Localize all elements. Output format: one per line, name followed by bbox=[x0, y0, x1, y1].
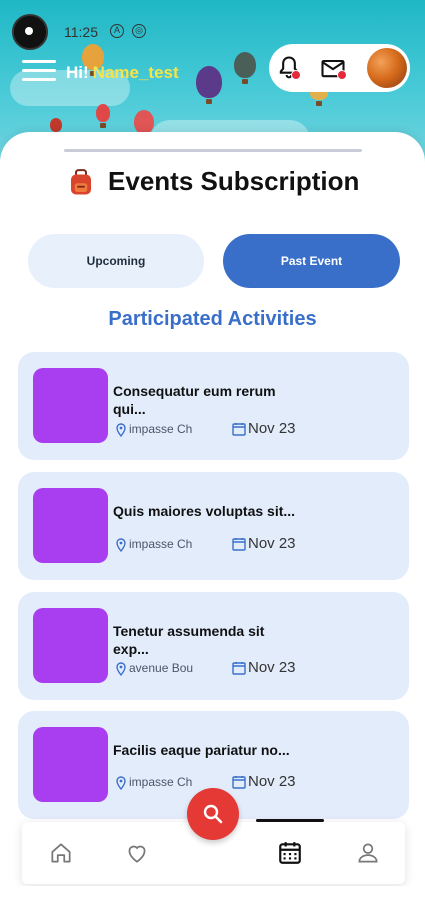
person-icon bbox=[358, 843, 378, 863]
event-location: impasse Ch bbox=[115, 422, 192, 437]
event-location-text: impasse Ch bbox=[129, 422, 193, 436]
status-app-icon: A bbox=[110, 24, 124, 38]
event-title: Tenetur assumenda sit exp... bbox=[113, 623, 265, 657]
status-time: 11:25 bbox=[64, 24, 98, 40]
avatar[interactable] bbox=[367, 48, 407, 88]
tab-upcoming[interactable]: Upcoming bbox=[28, 234, 204, 288]
tab-past-event[interactable]: Past Event bbox=[223, 234, 400, 288]
hamburger-menu-icon[interactable] bbox=[22, 60, 56, 86]
system-bar bbox=[0, 886, 425, 900]
calendar-icon bbox=[279, 842, 301, 864]
home-icon bbox=[51, 843, 71, 863]
event-title: Facilis eaque pariatur no... bbox=[113, 742, 290, 758]
event-location: impasse Ch bbox=[115, 537, 192, 552]
search-icon bbox=[203, 804, 223, 824]
event-thumbnail bbox=[33, 727, 108, 802]
event-location-text: avenue Bou bbox=[129, 661, 194, 675]
calendar-icon bbox=[232, 776, 246, 789]
messages-button[interactable] bbox=[319, 54, 349, 82]
event-location: impasse Ch bbox=[115, 775, 192, 790]
title-row: Events Subscription bbox=[0, 166, 425, 202]
backpack-icon bbox=[70, 168, 91, 194]
event-date: Nov 23 bbox=[232, 535, 296, 552]
balloon bbox=[134, 110, 154, 134]
greeting: Hi! Name_test bbox=[66, 63, 179, 83]
event-card[interactable]: Quis maiores voluptas sit... impasse Ch … bbox=[18, 472, 409, 580]
event-date: Nov 23 bbox=[232, 420, 296, 437]
notifications-button[interactable] bbox=[275, 54, 305, 82]
event-title: Consequatur eum rerum qui... bbox=[113, 383, 276, 417]
balloon bbox=[96, 104, 110, 122]
sheet-grabber bbox=[64, 149, 362, 152]
calendar-icon bbox=[232, 423, 246, 436]
calendar-icon bbox=[232, 662, 246, 675]
status-sync-icon: ◎ bbox=[132, 24, 146, 38]
event-thumbnail bbox=[33, 608, 108, 683]
app-screen: 11:25 A ◎ Hi! Name_test Events Subscript… bbox=[0, 0, 425, 900]
heart-icon bbox=[128, 845, 146, 863]
location-pin-icon bbox=[116, 776, 126, 790]
calendar-icon bbox=[232, 538, 246, 551]
location-pin-icon bbox=[116, 538, 126, 552]
event-thumbnail bbox=[33, 368, 108, 443]
location-pin-icon bbox=[116, 423, 126, 437]
event-date-text: Nov 23 bbox=[248, 535, 296, 552]
event-location: avenue Bou bbox=[115, 661, 193, 676]
status-bar: 11:25 A ◎ bbox=[0, 0, 425, 50]
active-tab-indicator bbox=[256, 819, 324, 822]
camera-cutout bbox=[12, 14, 48, 50]
event-date-text: Nov 23 bbox=[248, 773, 296, 790]
event-date: Nov 23 bbox=[232, 659, 296, 676]
nav-events[interactable] bbox=[277, 840, 303, 866]
page-title: Events Subscription bbox=[108, 166, 360, 196]
event-card[interactable]: Consequatur eum rerum qui... impasse Ch … bbox=[18, 352, 409, 460]
event-date-text: Nov 23 bbox=[248, 420, 296, 437]
username: Name_test bbox=[92, 63, 179, 82]
event-date: Nov 23 bbox=[232, 773, 296, 790]
event-thumbnail bbox=[33, 488, 108, 563]
location-pin-icon bbox=[116, 662, 126, 676]
nav-profile[interactable] bbox=[355, 840, 381, 866]
event-title: Quis maiores voluptas sit... bbox=[113, 503, 296, 519]
notification-badge bbox=[291, 70, 301, 80]
message-badge bbox=[337, 70, 347, 80]
nav-favorites[interactable] bbox=[124, 840, 150, 866]
event-location-text: impasse Ch bbox=[129, 537, 193, 551]
event-card[interactable]: Tenetur assumenda sit exp... avenue Bou … bbox=[18, 592, 409, 700]
event-date-text: Nov 23 bbox=[248, 659, 296, 676]
search-button[interactable] bbox=[187, 788, 239, 840]
header-actions bbox=[269, 44, 410, 92]
nav-home[interactable] bbox=[48, 840, 74, 866]
section-title: Participated Activities bbox=[108, 308, 317, 330]
greeting-text: Hi! bbox=[66, 63, 89, 82]
balloon bbox=[50, 118, 62, 132]
event-location-text: impasse Ch bbox=[129, 775, 193, 789]
